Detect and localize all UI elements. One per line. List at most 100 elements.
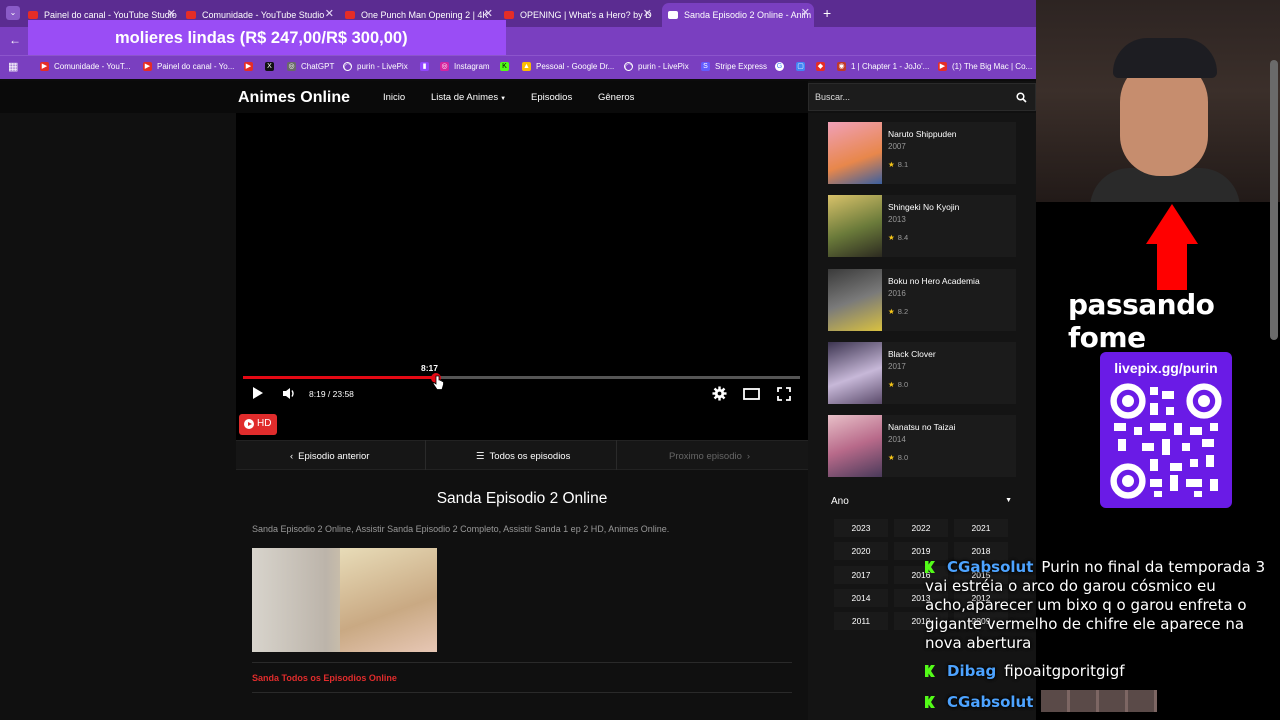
caret-down-icon: ▼ [500, 96, 507, 102]
anime-cover [828, 269, 882, 331]
youtube-icon [28, 10, 38, 19]
year-2021[interactable]: 2021 [954, 519, 1008, 537]
year-2022[interactable]: 2022 [894, 519, 948, 537]
fullscreen-icon[interactable] [777, 387, 791, 401]
close-tab-icon[interactable]: ✕ [325, 7, 334, 20]
bookmark-item[interactable]: ◯ purin - LivePix [624, 62, 689, 71]
anime-name: Nanatsu no Taizai [888, 422, 956, 432]
kick-icon [925, 561, 935, 573]
all-episodes-link[interactable]: Sanda Todos os Episodios Online [252, 673, 397, 683]
year-2017[interactable]: 2017 [834, 566, 888, 584]
anime-year: 2017 [888, 362, 906, 371]
year-2011[interactable]: 2011 [834, 612, 888, 630]
anime-card[interactable]: Nanatsu no Taizai 2014 ★ 8.0 [828, 415, 1016, 477]
close-tab-icon[interactable]: ✕ [801, 6, 810, 19]
anime-year: 2007 [888, 142, 906, 151]
year-2014[interactable]: 2014 [834, 589, 888, 607]
bookmark-item[interactable]: ▶ (1) The Big Mac | Co... [938, 62, 1032, 71]
youtube-icon [186, 10, 196, 19]
anime-rating: ★ 8.4 [888, 233, 909, 242]
donation-goal-alert: molieres lindas (R$ 247,00/R$ 300,00) [28, 20, 506, 56]
divider [425, 440, 426, 470]
anime-card[interactable]: Shingeki No Kyojin 2013 ★ 8.4 [828, 195, 1016, 257]
bookmark-item[interactable]: ▲ Pessoal - Google Dr... [522, 62, 614, 71]
google-bookmark-icon[interactable]: G [775, 62, 789, 71]
bookmark-item[interactable]: ◎ Instagram [440, 62, 490, 71]
bookmark-item[interactable]: ◉ 1 | Chapter 1 - JoJo'... [837, 62, 929, 71]
nav-inicio[interactable]: Inicio [383, 92, 405, 103]
episode-title: Sanda Episodio 2 Online [436, 490, 608, 507]
tab-title: OPENING | What's a Hero? by D [520, 9, 652, 20]
tab-sanda[interactable]: Sanda Episodio 2 Online - Anim ✕ [662, 3, 814, 27]
twitch-bookmark-icon[interactable]: ▮ [420, 62, 434, 71]
play-icon[interactable] [252, 386, 264, 400]
star-icon: ★ [888, 160, 895, 169]
youtube-bookmark-icon[interactable]: ▶ [244, 62, 258, 71]
chat-username: CGabsolut [947, 693, 1034, 711]
webcam-person-cap [1113, 38, 1217, 78]
bookmark-item[interactable]: ◎ ChatGPT [287, 62, 334, 71]
kick-bookmark-icon[interactable]: K [500, 62, 514, 71]
bookmark-item[interactable]: ◯ purin - LivePix [343, 62, 408, 71]
chevron-left-icon: ‹ [290, 451, 294, 462]
new-tab-icon[interactable]: + [823, 5, 831, 21]
bookmarks-bar: ▦ ▶ Comunidade - YouT... ▶ Painel do canal… [0, 55, 1036, 79]
x-bookmark-icon[interactable]: X [265, 62, 279, 71]
tab-opening[interactable]: OPENING | What's a Hero? by D ✕ [504, 4, 656, 25]
next-episode-button[interactable]: Proximo episodio › [669, 451, 750, 462]
anime-card[interactable]: Boku no Hero Academia 2016 ★ 8.2 [828, 269, 1016, 331]
tab-title: Painel do canal - YouTube Studio [44, 9, 177, 20]
apps-grid-icon[interactable]: ▦ [8, 60, 18, 73]
anime-cover [828, 195, 882, 257]
mouse-cursor-icon [432, 375, 444, 390]
chat-username: CGabsolut [947, 558, 1034, 576]
tab-title: Sanda Episodio 2 Online - Anim [684, 10, 812, 20]
close-tab-icon[interactable]: ✕ [167, 7, 176, 20]
bookmark-item[interactable]: ▶ Painel do canal - Yo... [143, 62, 234, 71]
nav-generos[interactable]: Gêneros [598, 92, 634, 103]
volume-icon[interactable] [282, 387, 296, 400]
nav-lista-de-animes[interactable]: Lista de Animes ▼ [431, 92, 506, 103]
all-episodes-button[interactable]: ☰ Todos os episodios [476, 451, 570, 462]
search-icon[interactable] [1016, 92, 1027, 103]
settings-gear-icon[interactable] [712, 386, 727, 401]
seek-bar-played [243, 376, 437, 379]
anime-year: 2016 [888, 289, 906, 298]
episode-description: Sanda Episodio 2 Online, Assistir Sanda … [252, 524, 670, 534]
bookmark-icon[interactable]: ◆ [816, 62, 830, 71]
seek-tooltip: 8:17 [421, 363, 439, 373]
bookmark-icon[interactable]: ▢ [796, 62, 810, 71]
anime-name: Black Clover [888, 349, 936, 359]
divider [616, 440, 617, 470]
anime-name: Naruto Shippuden [888, 129, 957, 139]
search-input[interactable]: Buscar... [808, 83, 1036, 111]
close-tab-icon[interactable]: ✕ [484, 7, 493, 20]
chat-message: CGabsolut Purin no final da temporada 3 v… [925, 558, 1270, 653]
anime-rating: ★ 8.0 [888, 453, 909, 462]
anime-rating: ★ 8.0 [888, 380, 909, 389]
year-filter-header[interactable]: Ano ▼ [828, 490, 1016, 512]
tab-title: Comunidade - YouTube Studio [202, 9, 325, 20]
site-logo[interactable]: Animes Online [238, 89, 350, 107]
year-2023[interactable]: 2023 [834, 519, 888, 537]
tab-search-icon[interactable]: ⌄ [6, 6, 20, 20]
anime-card[interactable]: Black Clover 2017 ★ 8.0 [828, 342, 1016, 404]
theater-mode-icon[interactable] [743, 388, 760, 400]
chevron-right-icon: › [746, 451, 751, 462]
anime-card[interactable]: Naruto Shippuden 2007 ★ 8.1 [828, 122, 1016, 184]
year-2020[interactable]: 2020 [834, 542, 888, 560]
anime-cover [828, 415, 882, 477]
back-arrow-icon[interactable]: ← [9, 33, 21, 47]
anime-rating: ★ 8.1 [888, 160, 909, 169]
close-tab-icon[interactable]: ✕ [643, 7, 652, 20]
youtube-icon [504, 10, 514, 19]
nav-episodios[interactable]: Episodios [531, 92, 572, 103]
star-icon: ★ [888, 233, 895, 242]
prev-episode-button[interactable]: ‹ Episodio anterior [290, 451, 369, 462]
divider [252, 662, 792, 663]
hd-quality-button[interactable]: HD [239, 414, 277, 435]
chat-text: fipoaitgporitgigf [1004, 662, 1125, 680]
bookmark-item[interactable]: ▶ Comunidade - YouT... [40, 62, 131, 71]
chat-username: Dibag [947, 662, 997, 680]
bookmark-item[interactable]: S Stripe Express [701, 62, 767, 71]
